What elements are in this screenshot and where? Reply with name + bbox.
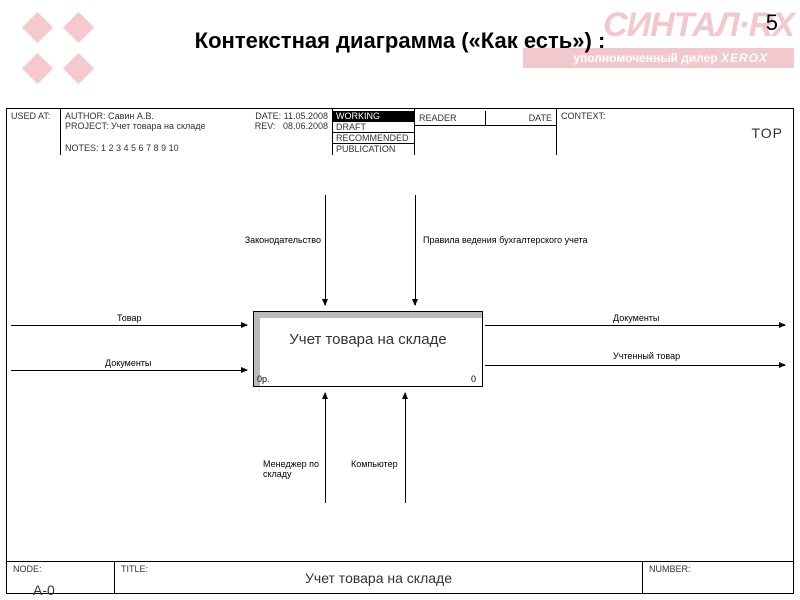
output-label-1: Документы [613, 313, 659, 323]
output-label-2: Учтенный товар [613, 351, 683, 361]
ftr-node: NODE: A-0 [7, 562, 115, 593]
ftr-number: NUMBER: [643, 562, 793, 593]
mechanism-label-1: Менеджер по складу [263, 459, 333, 479]
slide-title: Контекстная диаграмма («Как есть») : [0, 28, 800, 54]
box-corner-right: 0 [471, 374, 476, 384]
output-arrow-1 [485, 325, 785, 326]
hdr-used-at: USED AT: [7, 109, 61, 155]
mechanism-label-2: Компьютер [351, 459, 398, 469]
control-label-1: Законодательство [239, 235, 321, 245]
diagram-canvas: Учет товара на складе 0р. 0 Законодатель… [7, 155, 793, 561]
hdr-context: CONTEXT: TOP [557, 109, 793, 155]
hdr-reader: READER DATE [415, 109, 557, 155]
control-arrow-2 [415, 195, 416, 305]
output-arrow-2 [485, 365, 785, 366]
box-corner-left: 0р. [257, 374, 270, 384]
ftr-title: TITLE: Учет товара на складе [115, 562, 643, 593]
input-label-1: Товар [117, 313, 142, 323]
idef0-frame: USED AT: AUTHOR: Савин А.В. DATE: 11.05.… [6, 108, 794, 594]
mechanism-arrow-2 [405, 393, 406, 503]
mechanism-arrow-1 [325, 393, 326, 503]
input-arrow-1 [11, 325, 247, 326]
idef0-header: USED AT: AUTHOR: Савин А.В. DATE: 11.05.… [7, 109, 793, 155]
function-box [253, 311, 483, 387]
input-label-2: Документы [105, 358, 151, 368]
idef0-footer: NODE: A-0 TITLE: Учет товара на складе N… [7, 561, 793, 593]
function-label: Учет товара на складе [259, 331, 477, 348]
hdr-status: WORKING DRAFT RECOMMENDED PUBLICATION [333, 109, 415, 155]
hdr-meta: AUTHOR: Савин А.В. DATE: 11.05.2008 PROJ… [61, 109, 333, 155]
control-label-2: Правила ведения бухгалтерского учета [423, 235, 588, 245]
control-arrow-1 [325, 195, 326, 305]
input-arrow-2 [11, 370, 247, 371]
